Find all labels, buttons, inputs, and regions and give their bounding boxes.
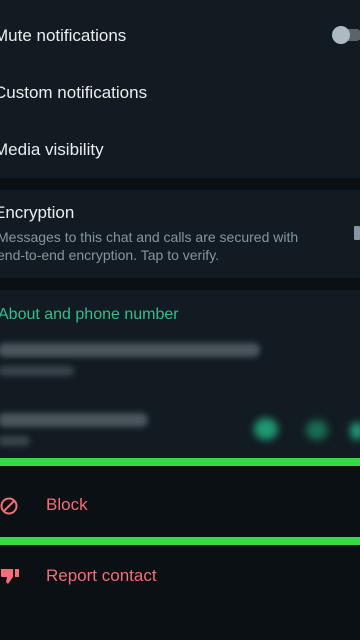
about-date-blurred	[0, 366, 74, 376]
mute-notifications-row[interactable]: Mute notifications	[0, 0, 360, 66]
lock-icon	[354, 226, 360, 240]
custom-notifications-row[interactable]: Custom notifications	[0, 66, 360, 122]
encryption-description: Messages to this chat and calls are secu…	[0, 229, 299, 263]
notification-settings-section: Mute notifications Custom notifications …	[0, 0, 360, 178]
highlight-bar-top	[0, 458, 360, 466]
highlight-bar-bottom	[0, 537, 360, 545]
mute-notifications-label: Mute notifications	[0, 26, 127, 45]
media-visibility-row[interactable]: Media visibility	[0, 122, 360, 178]
about-text-blurred	[0, 343, 260, 357]
block-label: Block	[46, 495, 88, 514]
thumbs-down-icon	[1, 569, 19, 584]
phone-label-blurred	[0, 436, 30, 446]
media-visibility-label: Media visibility	[0, 140, 104, 159]
phone-number-blurred	[0, 413, 148, 427]
mute-toggle-knob	[332, 26, 350, 44]
video-icon[interactable]	[350, 422, 360, 440]
report-contact-label: Report contact	[46, 566, 157, 585]
phone-icon[interactable]	[306, 420, 328, 440]
about-header: About and phone number	[0, 306, 179, 323]
block-icon	[0, 497, 18, 515]
message-icon[interactable]	[254, 418, 278, 440]
custom-notifications-label: Custom notifications	[0, 83, 148, 102]
mute-toggle[interactable]	[332, 26, 360, 44]
encryption-title: Encryption	[0, 203, 75, 222]
